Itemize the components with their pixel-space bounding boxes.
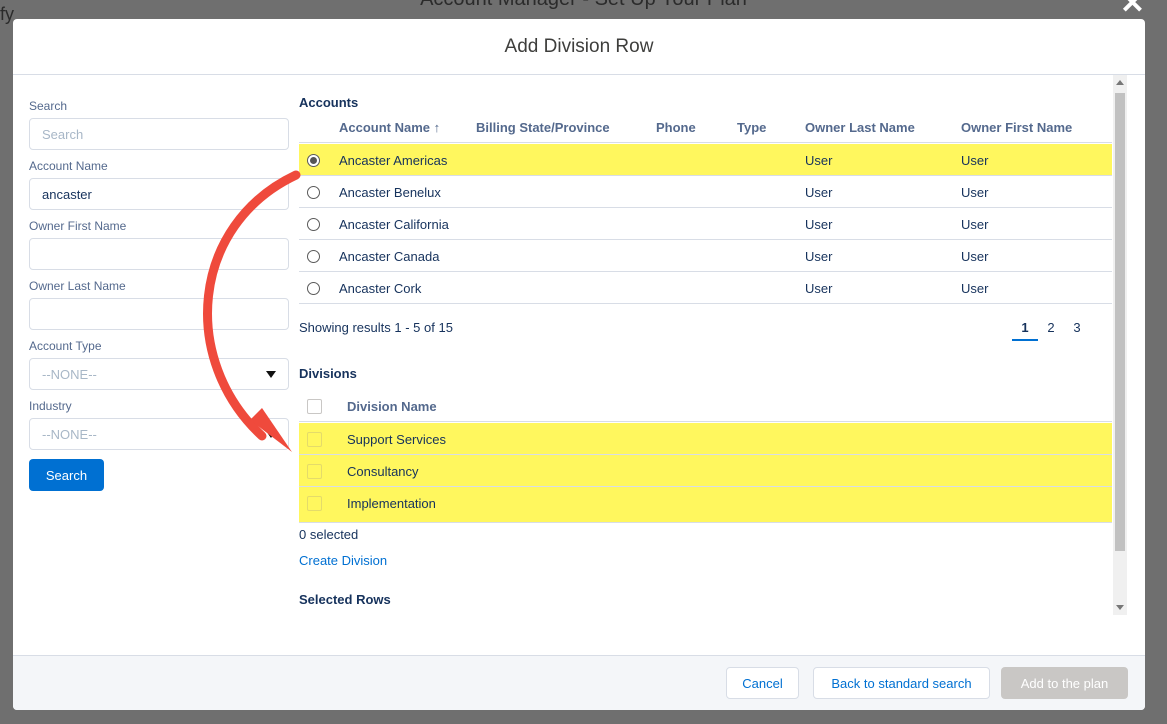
- selected-rows-title: Selected Rows: [299, 592, 391, 607]
- division-name: Support Services: [347, 431, 446, 447]
- account-name-input[interactable]: ancaster: [29, 178, 289, 210]
- search-button[interactable]: Search: [29, 459, 104, 491]
- scrollbar-thumb[interactable]: [1115, 93, 1125, 551]
- pagination: 1 2 3: [1012, 320, 1090, 341]
- account-name: Ancaster Canada: [339, 248, 440, 264]
- chevron-down-icon: [266, 370, 276, 378]
- selected-count: 0 selected: [299, 527, 359, 542]
- column-billing-state[interactable]: Billing State/Province: [476, 111, 610, 143]
- create-division-link[interactable]: Create Division: [299, 553, 387, 568]
- page-link-1[interactable]: 1: [1012, 320, 1038, 341]
- page-link-3[interactable]: 3: [1064, 320, 1090, 341]
- column-account-name[interactable]: Account Name ↑: [339, 111, 440, 143]
- modal-header: Add Division Row: [13, 19, 1145, 75]
- owner-first-name: User: [961, 280, 989, 296]
- background-text-fragment: fy: [0, 4, 15, 24]
- owner-first-name: User: [961, 216, 989, 232]
- row-checkbox[interactable]: [307, 495, 322, 511]
- search-label: Search: [29, 99, 68, 113]
- modal-title: Add Division Row: [504, 35, 654, 57]
- radio-button[interactable]: [307, 217, 320, 231]
- industry-value: --NONE--: [42, 426, 97, 442]
- row-checkbox[interactable]: [307, 431, 322, 447]
- account-name-label: Account Name: [29, 159, 108, 173]
- owner-last-name: User: [805, 280, 833, 296]
- account-row[interactable]: Ancaster Canada User User: [299, 240, 1112, 272]
- modal-body: Search Search Account Name ancaster Owne…: [13, 75, 1145, 655]
- radio-button[interactable]: [307, 281, 320, 295]
- owner-last-name: User: [805, 216, 833, 232]
- division-row[interactable]: Support Services: [299, 423, 1112, 455]
- owner-last-name: User: [805, 248, 833, 264]
- scrollbar[interactable]: [1113, 75, 1127, 615]
- radio-button[interactable]: [307, 249, 320, 263]
- back-to-standard-search-button[interactable]: Back to standard search: [813, 667, 990, 699]
- results-count: Showing results 1 - 5 of 15: [299, 320, 453, 335]
- owner-first-name-label: Owner First Name: [29, 219, 127, 233]
- account-row[interactable]: Ancaster California User User: [299, 208, 1112, 240]
- owner-last-name: User: [805, 184, 833, 200]
- radio-button[interactable]: [307, 153, 320, 167]
- owner-first-name: User: [961, 152, 989, 168]
- owner-first-name: User: [961, 184, 989, 200]
- column-owner-first-name[interactable]: Owner First Name: [961, 111, 1072, 143]
- page-link-2[interactable]: 2: [1038, 320, 1064, 341]
- division-name: Consultancy: [347, 463, 419, 479]
- account-name: Ancaster Americas: [339, 152, 448, 168]
- column-phone[interactable]: Phone: [656, 111, 696, 143]
- column-type[interactable]: Type: [737, 111, 766, 143]
- division-row[interactable]: Implementation: [299, 487, 1112, 523]
- owner-last-name-input[interactable]: [29, 298, 289, 330]
- owner-first-name-input[interactable]: [29, 238, 289, 270]
- division-name: Implementation: [347, 495, 436, 511]
- column-owner-last-name[interactable]: Owner Last Name: [805, 111, 915, 143]
- add-to-plan-button[interactable]: Add to the plan: [1001, 667, 1128, 699]
- column-division-name[interactable]: Division Name: [347, 390, 437, 422]
- account-row[interactable]: Ancaster Americas User User: [299, 144, 1112, 176]
- division-row[interactable]: Consultancy: [299, 455, 1112, 487]
- divisions-section-title: Divisions: [299, 366, 357, 381]
- select-all-checkbox[interactable]: [307, 398, 322, 414]
- modal-footer: Cancel Back to standard search Add to th…: [13, 655, 1145, 710]
- industry-label: Industry: [29, 399, 72, 413]
- account-type-label: Account Type: [29, 339, 102, 353]
- accounts-section-title: Accounts: [299, 95, 359, 110]
- account-name: Ancaster California: [339, 216, 449, 232]
- scroll-up-icon[interactable]: [1116, 80, 1124, 85]
- divisions-table-header: Division Name: [299, 389, 1112, 422]
- owner-last-name: User: [805, 152, 833, 168]
- account-name: Ancaster Benelux: [339, 184, 441, 200]
- industry-select[interactable]: --NONE--: [29, 418, 289, 450]
- search-input[interactable]: Search: [29, 118, 289, 150]
- background-page-title: Account Manager - Set Up Your Plan: [0, 0, 1167, 11]
- add-division-row-modal: Add Division Row Search Search Account N…: [13, 19, 1145, 710]
- filter-panel: Search Search Account Name ancaster Owne…: [29, 99, 289, 491]
- account-type-select[interactable]: --NONE--: [29, 358, 289, 390]
- account-row[interactable]: Ancaster Cork User User: [299, 272, 1112, 304]
- scroll-down-icon[interactable]: [1116, 605, 1124, 610]
- account-name: Ancaster Cork: [339, 280, 422, 296]
- account-type-value: --NONE--: [42, 366, 97, 382]
- results-panel[interactable]: Accounts Account Name ↑ Billing State/Pr…: [299, 75, 1112, 655]
- chevron-down-icon: [266, 430, 276, 438]
- owner-last-name-label: Owner Last Name: [29, 279, 126, 293]
- cancel-button[interactable]: Cancel: [726, 667, 799, 699]
- accounts-table-header: Account Name ↑ Billing State/Province Ph…: [299, 111, 1112, 143]
- close-icon[interactable]: ✕: [1120, 0, 1145, 21]
- radio-button[interactable]: [307, 185, 320, 199]
- owner-first-name: User: [961, 248, 989, 264]
- account-row[interactable]: Ancaster Benelux User User: [299, 176, 1112, 208]
- row-checkbox[interactable]: [307, 463, 322, 479]
